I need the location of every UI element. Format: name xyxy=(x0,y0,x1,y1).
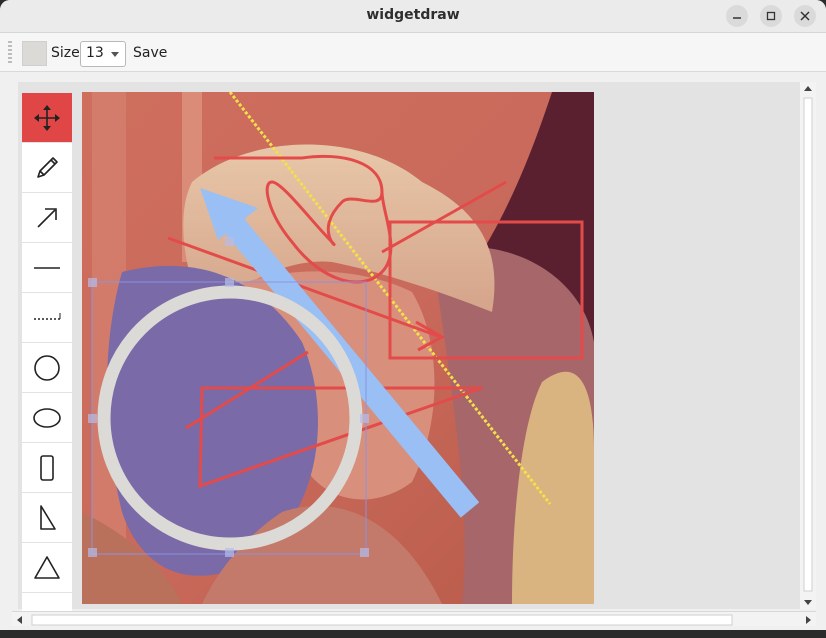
tool-palette xyxy=(22,93,72,613)
dotted-line-icon xyxy=(34,312,61,320)
circle-icon xyxy=(34,354,60,381)
size-label: Size xyxy=(51,45,80,61)
size-value: 13 xyxy=(86,45,104,61)
chevron-down-icon xyxy=(111,52,119,57)
line-tool[interactable] xyxy=(22,243,72,293)
maximize-icon xyxy=(766,11,776,21)
window-title: widgetdraw xyxy=(366,7,460,23)
move-tool[interactable] xyxy=(22,93,72,143)
ellipse-tool[interactable] xyxy=(22,393,72,443)
pencil-icon xyxy=(37,156,58,178)
dotted-line-tool[interactable] xyxy=(22,293,72,343)
right-triangle-icon xyxy=(40,504,56,530)
minimize-button[interactable] xyxy=(726,5,748,27)
maximize-button[interactable] xyxy=(760,5,782,27)
triangle-icon xyxy=(34,555,60,579)
arrow-icon xyxy=(37,207,57,228)
rectangle-icon xyxy=(40,454,54,481)
save-button[interactable]: Save xyxy=(133,45,167,61)
toolbar-grip[interactable] xyxy=(8,41,12,63)
app-window: widgetdraw Size 13 Save xyxy=(0,0,826,630)
pen-tool[interactable] xyxy=(22,143,72,193)
size-select[interactable]: 13 xyxy=(80,41,126,67)
circle-tool[interactable] xyxy=(22,343,72,393)
close-button[interactable] xyxy=(794,5,816,27)
horizontal-scrollbar[interactable] xyxy=(12,611,816,626)
toolbar: Size 13 Save xyxy=(0,33,826,72)
title-bar: widgetdraw xyxy=(0,0,826,33)
close-icon xyxy=(800,11,810,21)
right-triangle-tool[interactable] xyxy=(22,493,72,543)
line-icon xyxy=(34,266,60,269)
rectangle-tool[interactable] xyxy=(22,443,72,493)
move-arrows-icon xyxy=(34,104,60,131)
triangle-tool[interactable] xyxy=(22,543,72,593)
arrow-tool[interactable] xyxy=(22,193,72,243)
minimize-icon xyxy=(733,17,741,19)
scrollbar-arrows-icon xyxy=(803,86,813,605)
scrollbar-arrows-icon xyxy=(17,614,811,626)
drawing-canvas[interactable] xyxy=(82,92,594,604)
ellipse-icon xyxy=(33,407,61,428)
vertical-scrollbar[interactable] xyxy=(800,82,816,609)
color-swatch-button[interactable] xyxy=(22,41,47,66)
